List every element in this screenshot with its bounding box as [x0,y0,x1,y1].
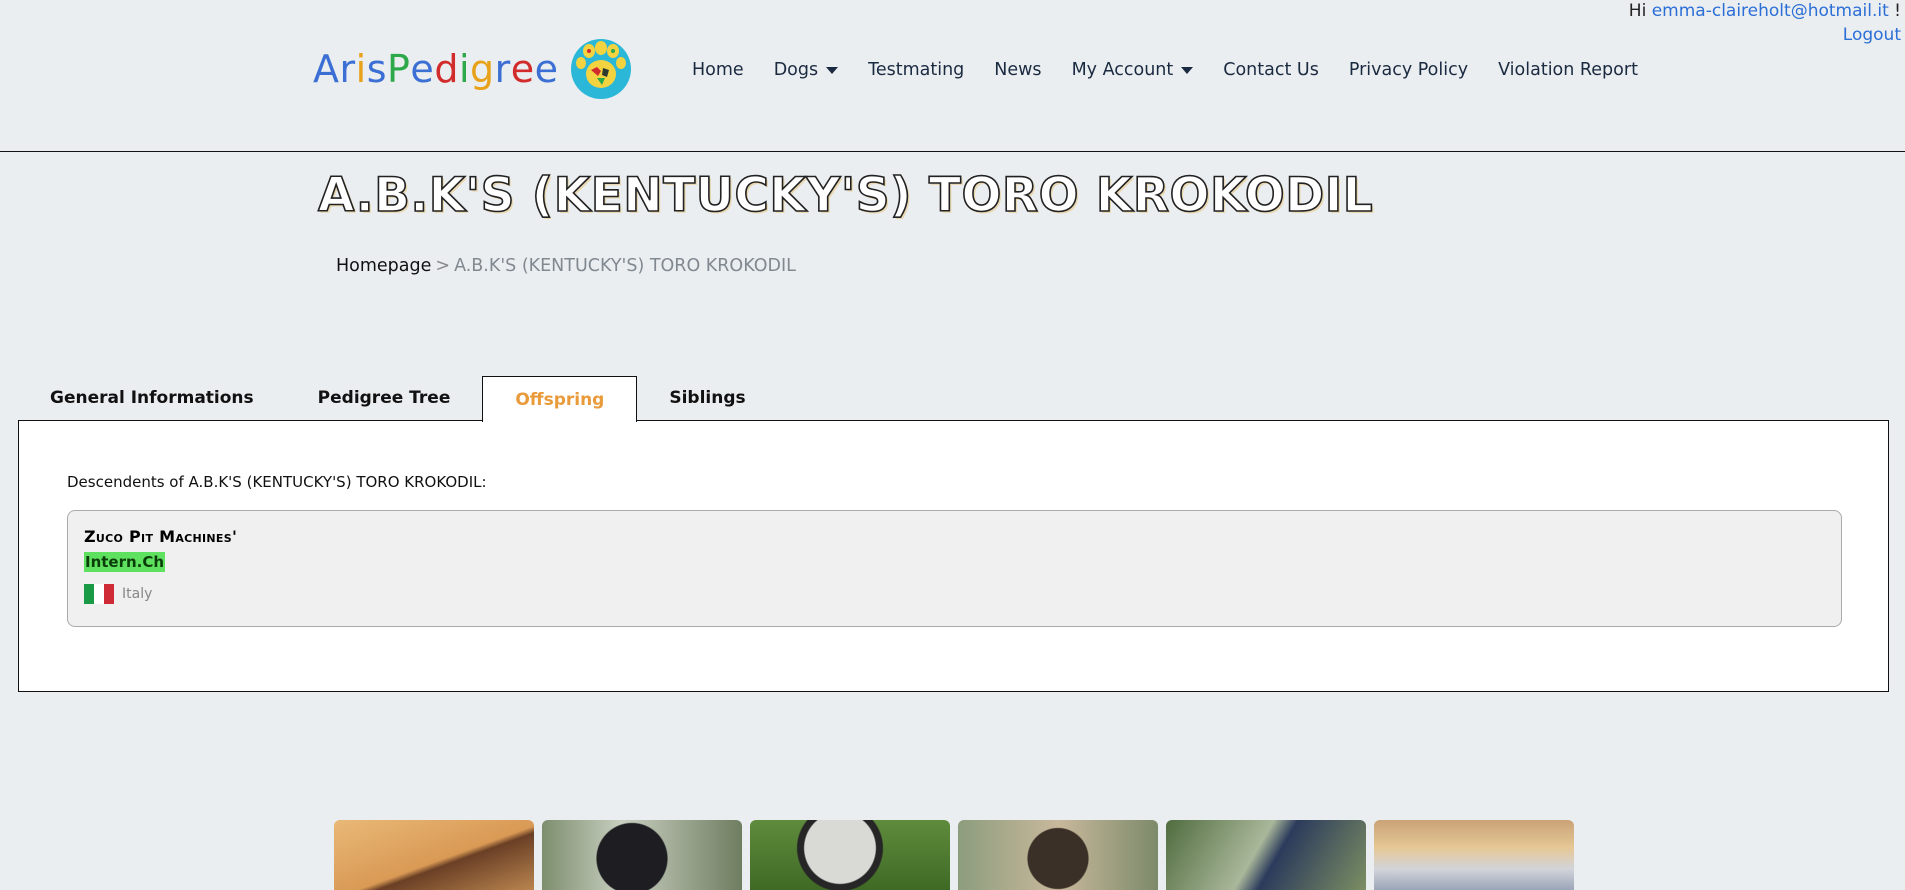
tab-siblings[interactable]: Siblings [637,376,777,420]
dog-tabs: General Informations Pedigree Tree Offsp… [18,376,778,422]
dog-photo-show-hall[interactable] [1374,820,1574,890]
nav-item-label: News [994,60,1042,80]
caret-down-icon [826,66,839,74]
nav-item-contact-us[interactable]: Contact Us [1223,60,1319,80]
main-navigation: Home Dogs Testmating News My Account Contact … [692,60,1668,80]
nav-item-dogs[interactable]: Dogs [773,60,839,80]
dog-photo-black-cane-corso[interactable] [542,820,742,890]
logout-link[interactable]: Logout [1843,24,1901,46]
nav-item-testmating[interactable]: Testmating [868,60,964,80]
paw-world-map-icon [570,39,631,99]
nav-item-label: Violation Report [1498,60,1638,80]
nav-item-label: My Account [1071,60,1174,80]
nav-item-violation-report[interactable]: Violation Report [1498,60,1638,80]
tab-general-informations[interactable]: General Informations [18,376,286,420]
offspring-panel: Descendents of A.B.K'S (KENTUCKY'S) TORO… [18,420,1889,692]
dog-photo-training[interactable] [1166,820,1366,890]
nav-item-label: Contact Us [1223,60,1319,80]
user-email-link[interactable]: emma-claireholt@hotmail.it [1652,1,1889,21]
italy-flag-icon [84,584,114,604]
breadcrumb-current: A.B.K'S (KENTUCKY'S) TORO KROKODIL [454,256,796,276]
user-greeting: Hi emma-claireholt@hotmail.it ! [1629,0,1901,22]
offspring-dog-name[interactable]: Zuco Pit Machines' [84,527,237,546]
logo-wordmark: ArisPedigree [313,47,559,91]
greeting-exclaim: ! [1894,1,1901,21]
caret-down-icon [1181,66,1194,74]
site-logo[interactable]: ArisPedigree [313,36,635,102]
dog-photo-helmet[interactable] [750,820,950,890]
dog-photo-brown[interactable] [334,820,534,890]
nav-item-label: Testmating [868,60,965,80]
offspring-country-name: Italy [122,586,153,602]
nav-item-home[interactable]: Home [692,60,744,80]
header-divider [0,151,1905,152]
dog-photo-brindle[interactable] [958,820,1158,890]
breadcrumb-home-link[interactable]: Homepage [336,256,431,276]
nav-item-label: Home [692,60,744,80]
nav-item-news[interactable]: News [994,60,1041,80]
page-title: A.B.K'S (KENTUCKY'S) TORO KROKODIL [317,167,1374,224]
tab-offspring[interactable]: Offspring [482,376,638,422]
nav-item-my-account[interactable]: My Account [1072,60,1194,80]
offspring-card[interactable]: Zuco Pit Machines' Intern.Ch Italy [67,510,1842,627]
dog-photo-gallery [334,820,1574,890]
tab-pedigree-tree[interactable]: Pedigree Tree [286,376,483,420]
breadcrumb: Homepage > A.B.K'S (KENTUCKY'S) TORO KROKO… [336,256,796,276]
nav-item-label: Dogs [773,60,819,80]
nav-item-privacy-policy[interactable]: Privacy Policy [1349,60,1468,80]
nav-item-label: Privacy Policy [1348,60,1469,80]
offspring-title-badge: Intern.Ch [84,552,166,572]
offspring-country: Italy [84,584,152,604]
breadcrumb-separator: > [435,256,451,276]
greeting-text: Hi [1628,1,1647,21]
offspring-heading: Descendents of A.B.K'S (KENTUCKY'S) TORO… [67,473,487,491]
